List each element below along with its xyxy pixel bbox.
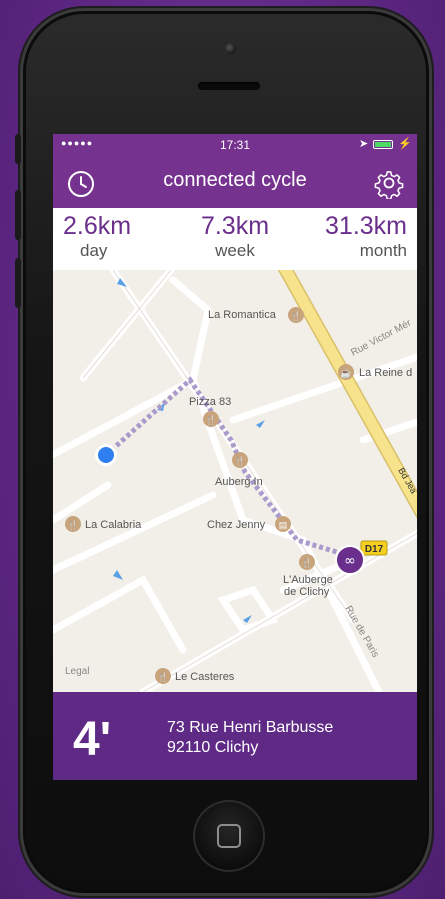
status-bar: ●●●●● 17:31 ➤ ⚡	[53, 134, 417, 156]
poi-label-auberge-clichy-2: de Clichy	[284, 586, 330, 598]
svg-text:🍴: 🍴	[234, 455, 245, 467]
mute-switch	[15, 134, 21, 164]
nav-bar: connected cycle	[53, 156, 417, 208]
poi-label-auberg-in: Auberg In	[215, 476, 263, 488]
stat-month[interactable]: 31.3km month	[287, 212, 407, 261]
eta-minutes: 4'	[73, 713, 112, 766]
poi-la-calabria-icon: 🍴	[65, 516, 81, 532]
distance-stats: 2.6km day 7.3km week 31.3km month	[53, 208, 417, 270]
stat-week-label: week	[215, 241, 255, 260]
stat-week-value: 7.3km	[200, 212, 270, 240]
user-location-icon	[95, 444, 117, 466]
address-line-2: 92110 Clichy	[167, 739, 259, 756]
map-legal-link: Legal	[65, 666, 89, 677]
svg-text:∞: ∞	[344, 553, 356, 569]
poi-label-la-calabria: La Calabria	[85, 519, 142, 531]
poi-label-chez-jenny: Chez Jenny	[207, 519, 266, 531]
svg-text:D17: D17	[365, 544, 384, 555]
location-arrow-icon: ➤	[359, 138, 369, 150]
svg-text:🍴: 🍴	[205, 414, 216, 426]
poi-auberg-in-icon: 🍴	[232, 452, 248, 468]
svg-text:☕: ☕	[340, 367, 351, 378]
poi-label-le-casteres: Le Casteres	[175, 671, 235, 683]
map-canvas: Rue Victor Mér Bd Jea Rue de Paris 🍴 ☕ 🍴…	[53, 270, 417, 692]
home-button-icon	[217, 824, 241, 848]
poi-label-la-reine: La Reine d	[359, 367, 412, 379]
destination-marker-icon: ∞	[335, 545, 365, 575]
stat-day-label: day	[80, 241, 108, 260]
stat-week[interactable]: 7.3km week	[175, 212, 295, 261]
bolt-icon: ⚡	[398, 138, 412, 150]
front-camera	[225, 43, 236, 54]
poi-chez-jenny-icon: ▤	[275, 516, 291, 532]
address-line-1: 73 Rue Henri Barbusse	[167, 719, 334, 736]
app-screen: ●●●●● 17:31 ➤ ⚡ connected cycle 2.6km da…	[53, 134, 417, 780]
poi-label-la-romantica: La Romantica	[208, 309, 277, 321]
poi-la-romantica-icon: 🍴	[288, 307, 304, 323]
volume-down-button	[15, 258, 21, 308]
app-title: connected cycle	[163, 169, 307, 191]
poi-label-pizza: Pizza 83	[189, 396, 231, 408]
poi-auberge-clichy-icon: 🍴	[299, 554, 315, 570]
poi-le-casteres-icon: 🍴	[155, 668, 171, 684]
poi-la-reine-icon: ☕	[338, 364, 354, 380]
map-view[interactable]: Rue Victor Mér Bd Jea Rue de Paris 🍴 ☕ 🍴…	[53, 270, 417, 692]
svg-text:🍴: 🍴	[290, 310, 301, 322]
svg-text:🍴: 🍴	[301, 557, 312, 569]
stat-day[interactable]: 2.6km day	[63, 212, 183, 261]
road-badge-d17: D17	[360, 540, 388, 556]
destination-panel[interactable]: 4' 73 Rue Henri Barbusse 92110 Clichy	[53, 692, 417, 780]
svg-text:▤: ▤	[279, 520, 288, 530]
svg-text:🍴: 🍴	[67, 519, 78, 531]
destination-address: 73 Rue Henri Barbusse 92110 Clichy	[167, 718, 333, 758]
poi-label-auberge-clichy-1: L'Auberge	[283, 574, 333, 586]
stat-month-value: 31.3km	[325, 212, 407, 240]
volume-up-button	[15, 190, 21, 240]
gear-icon[interactable]	[373, 167, 405, 199]
earpiece-speaker	[198, 82, 260, 90]
stat-day-value: 2.6km	[63, 212, 132, 240]
svg-text:🍴: 🍴	[157, 671, 168, 683]
battery-icon	[373, 140, 393, 149]
poi-pizza-icon: 🍴	[203, 411, 219, 427]
stat-month-label: month	[359, 241, 407, 260]
